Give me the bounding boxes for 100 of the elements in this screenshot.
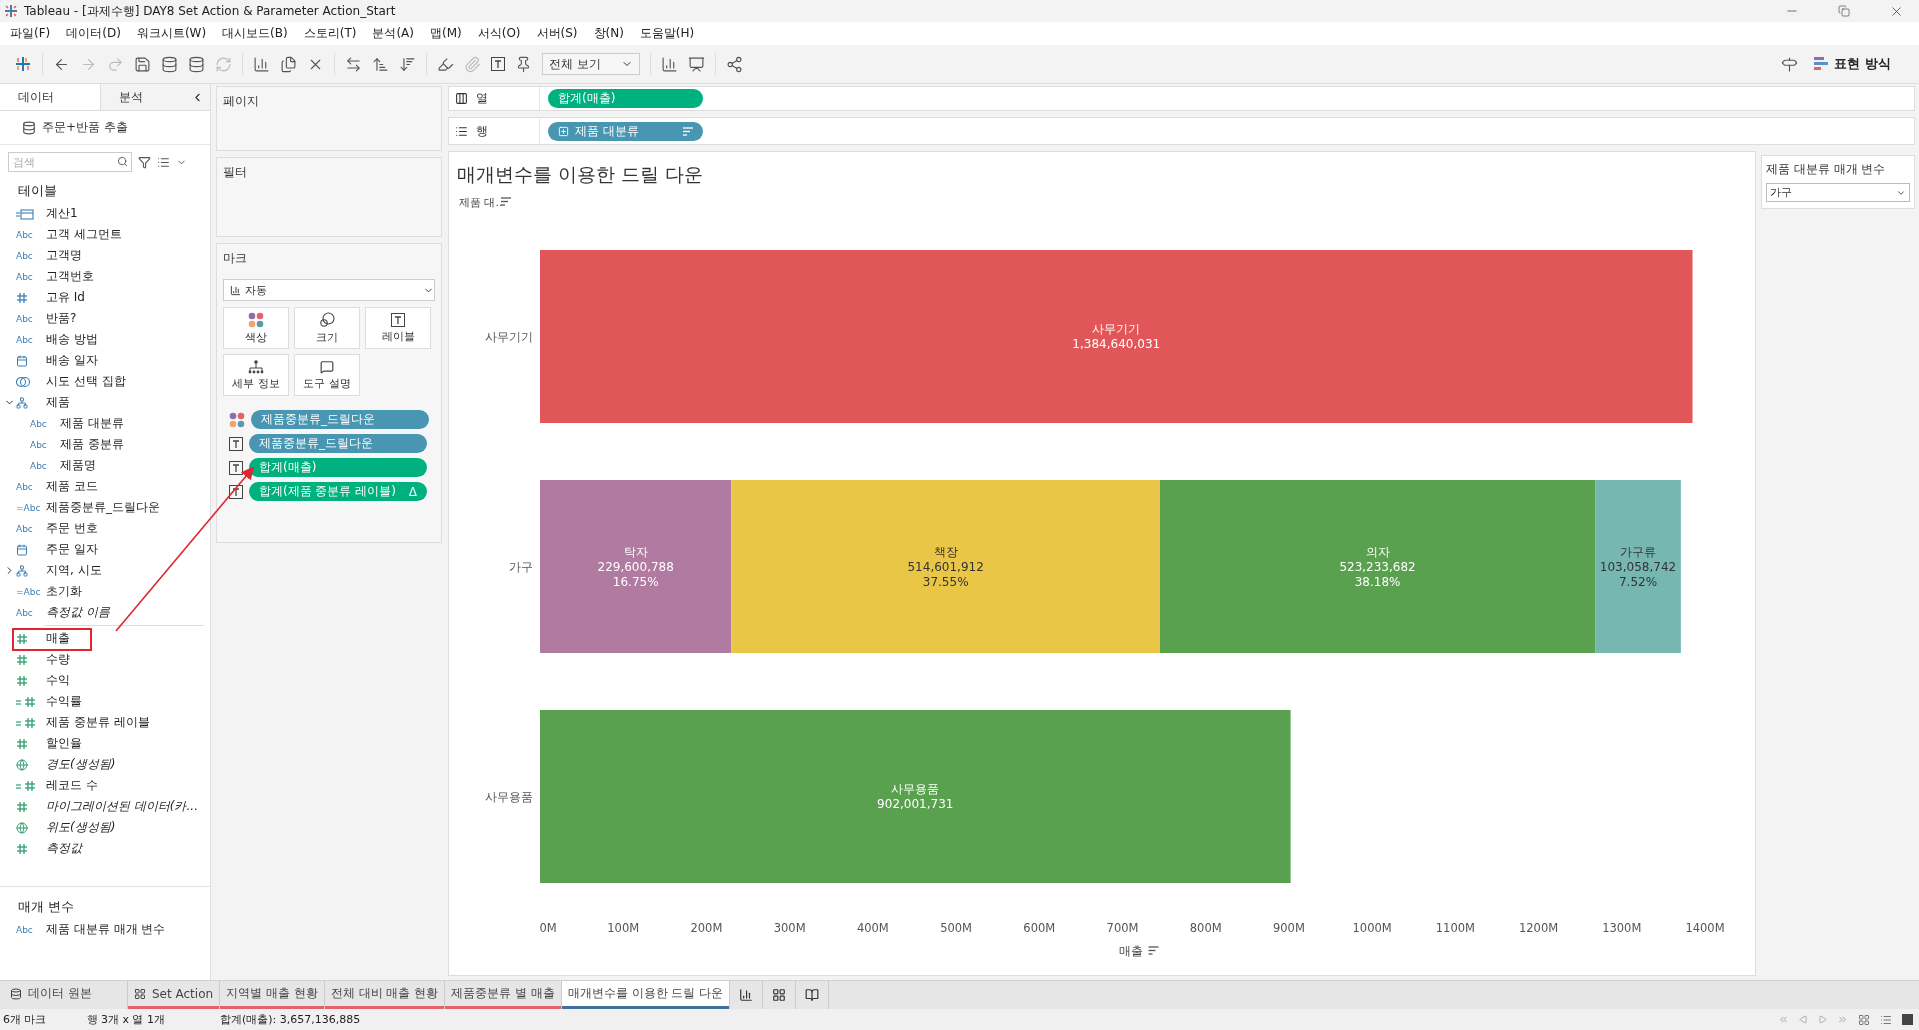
mark-type-dropdown[interactable]: 자동 <box>223 279 435 301</box>
sort-icon[interactable] <box>500 197 512 206</box>
menu-item[interactable]: 서식(O) <box>469 25 529 42</box>
field-item[interactable]: 수량 <box>0 649 210 670</box>
axis-tick-label: 500M <box>940 921 972 935</box>
pane-tab[interactable]: 분석 <box>99 84 191 110</box>
highlighter-icon[interactable] <box>437 55 454 73</box>
field-item[interactable]: =Abc 제품중분류_드릴다운 <box>0 497 210 518</box>
status-text: 6개 마크 <box>3 1012 47 1027</box>
field-item[interactable]: 수익 <box>0 670 210 691</box>
shelf-title: 마크 <box>223 250 248 267</box>
field-item[interactable]: 위도(생성됨) <box>0 817 210 838</box>
signpost-icon[interactable] <box>1781 55 1799 73</box>
menu-item[interactable]: 맵(M) <box>422 25 470 42</box>
pin-icon[interactable] <box>515 55 532 73</box>
field-item[interactable]: 시도 선택 집합 <box>0 371 210 392</box>
axis-title[interactable]: 매출 <box>1118 944 1143 958</box>
field-item[interactable]: Abc 주문 번호 <box>0 518 210 539</box>
list-view-icon[interactable] <box>1880 1013 1892 1026</box>
grid-view-icon[interactable] <box>1858 1013 1870 1026</box>
view-title: 매개변수를 이용한 드릴 다운 <box>456 162 705 187</box>
number-icon <box>16 291 28 304</box>
sheet-tab[interactable]: 지역별 매출 현황 <box>220 981 325 1009</box>
list-view-icon[interactable] <box>157 155 170 169</box>
bar-chart-icon[interactable] <box>661 55 678 73</box>
sort-icon[interactable] <box>683 126 693 136</box>
field-item[interactable]: 매출 <box>0 628 210 649</box>
field-item[interactable]: 고유 Id <box>0 287 210 308</box>
row-header[interactable]: 제품 대.. <box>459 196 503 209</box>
menu-item[interactable]: 창(N) <box>585 25 632 42</box>
axis-tick-label: 1200M <box>1518 921 1559 935</box>
pages-shelf[interactable]: 페이지 <box>216 86 442 151</box>
sort-descending-icon[interactable] <box>399 55 416 73</box>
parameter-dropdown[interactable]: 가구 <box>1766 183 1910 202</box>
menu-item[interactable]: 서버(S) <box>528 25 586 42</box>
bar[interactable] <box>1595 480 1681 653</box>
menu-item[interactable]: 도움말(H) <box>631 25 703 42</box>
mark-property-button[interactable]: 레이블 <box>365 307 431 349</box>
sheet-tab[interactable]: Set Action <box>128 981 221 1009</box>
sort-icon[interactable] <box>1147 946 1160 955</box>
share-icon[interactable] <box>726 55 743 73</box>
field-item[interactable]: Abc 고객 세그먼트 <box>0 224 210 245</box>
field-item[interactable]: 배송 일자 <box>0 350 210 371</box>
sheet-tab[interactable]: 매개변수를 이용한 드릴 다운 <box>561 981 731 1009</box>
field-item[interactable]: 경도(생성됨) <box>0 754 210 775</box>
speech-bubble-icon <box>320 359 334 374</box>
swap-icon[interactable] <box>345 55 362 73</box>
filters-shelf[interactable]: 필터 <box>216 157 442 237</box>
restore-icon[interactable] <box>1838 5 1850 17</box>
field-item[interactable]: 제품 중분류 레이블 <box>0 712 210 733</box>
field-item[interactable]: 계산1 <box>0 203 210 224</box>
field-item[interactable]: Abc 고객번호 <box>0 266 210 287</box>
field-item[interactable]: Abc 고객명 <box>0 245 210 266</box>
axis-tick-label: 0M <box>539 921 557 935</box>
search-icon[interactable] <box>117 156 128 167</box>
filter-icon[interactable] <box>138 155 151 169</box>
presentation-icon[interactable] <box>688 55 705 73</box>
text-label-icon <box>391 312 405 327</box>
sheet-tab[interactable]: 전체 대비 매출 현황 <box>324 981 446 1009</box>
field-item[interactable]: Abc 제품 중분류 <box>0 434 210 455</box>
field-item[interactable]: 할인율 <box>0 733 210 754</box>
mark-property-button[interactable]: 도구 설명 <box>294 354 360 396</box>
field-item[interactable]: 지역, 시도 <box>0 560 210 581</box>
number-icon <box>16 842 28 855</box>
mark-property-button[interactable]: 색상 <box>223 307 289 349</box>
field-item[interactable]: 측정값 <box>0 838 210 859</box>
field-item[interactable]: 레코드 수 <box>0 775 210 796</box>
field-item[interactable]: Abc 제품명 <box>0 455 210 476</box>
mark-property-button[interactable]: 크기 <box>294 307 360 349</box>
sheet-tab[interactable]: 제품중분류 별 매출 <box>445 981 562 1009</box>
field-item[interactable]: Abc 제품 대분류 매개 변수 <box>0 919 210 940</box>
field-item[interactable]: Abc 반품? <box>0 308 210 329</box>
field-item[interactable]: Abc 측정값 이름 <box>0 602 210 623</box>
datasource-item[interactable]: 주문+반품 추출 <box>0 111 210 145</box>
mark-property-button[interactable]: 세부 정보 <box>223 354 289 396</box>
field-item[interactable]: Abc 배송 방법 <box>0 329 210 350</box>
menu-item[interactable]: 워크시트(W) <box>128 25 215 42</box>
duplicate-sheet-icon[interactable] <box>280 55 297 73</box>
menu-item[interactable]: 대시보드(B) <box>214 25 296 42</box>
field-item[interactable]: 제품 <box>0 392 210 413</box>
menu-item[interactable]: 데이터(D) <box>58 25 129 42</box>
expand-icon[interactable] <box>558 125 569 137</box>
field-item[interactable]: 수익률 <box>0 691 210 712</box>
paperclip-icon[interactable] <box>464 55 481 73</box>
field-item[interactable]: 마이그레이션된 데이터(카... <box>0 796 210 817</box>
search-field[interactable]: 검색 <box>8 152 132 172</box>
menu-item[interactable]: 파일(F) <box>2 25 59 42</box>
number-icon <box>16 674 28 687</box>
fit-dropdown[interactable]: 전체 보기 <box>542 53 640 75</box>
field-item[interactable]: 주문 일자 <box>0 539 210 560</box>
menu-item[interactable]: 스토리(T) <box>295 25 365 42</box>
field-item[interactable]: =Abc 초기화 <box>0 581 210 602</box>
save-icon[interactable] <box>134 55 151 73</box>
field-item[interactable]: Abc 제품 대분류 <box>0 413 210 434</box>
sort-ascending-icon[interactable] <box>372 55 389 73</box>
app-logo-icon[interactable] <box>14 55 32 73</box>
menu-item[interactable]: 분석(A) <box>364 25 422 42</box>
show-me-button[interactable]: 표현 방식 <box>1808 54 1897 74</box>
field-item[interactable]: Abc 제품 코드 <box>0 476 210 497</box>
string-type-icon: =Abc <box>16 586 41 597</box>
